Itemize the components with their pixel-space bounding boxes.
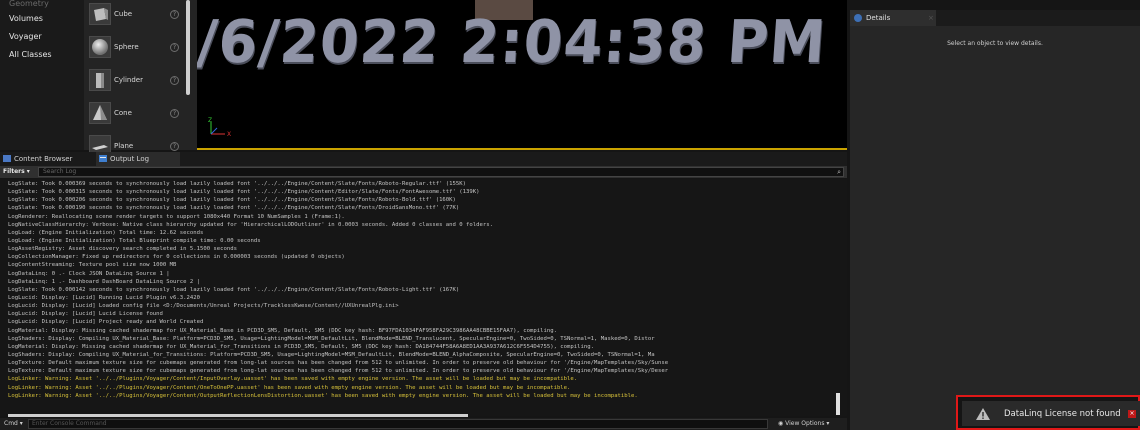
notification-text: DataLinq License not found [1004,409,1121,419]
log-line: LogAssetRegistry: Asset discovery search… [8,246,238,253]
details-tabbar: Details × [850,10,1140,26]
log-line: LogLinker: Warning: Asset '../../Plugins… [8,376,578,383]
actor-label: Cube [114,10,133,18]
tab-details[interactable]: Details × [850,10,936,26]
cone-icon [89,102,111,124]
log-vertical-scrollbar[interactable] [836,393,840,415]
place-actors-panel: Geometry Volumes Voyager All Classes Cub… [0,0,197,157]
log-line: LogContentStreaming: Texture pool size n… [8,262,177,269]
category-all-classes[interactable]: All Classes [0,46,84,64]
bottom-tabbar: Content Browser Output Log [0,152,847,166]
close-icon[interactable]: × [1128,410,1136,418]
level-viewport[interactable]: /6/2022 2:04:38 PM X Z [197,0,847,150]
log-line: LogSlate: Took 0.000315 seconds to synch… [8,189,480,196]
log-line: LogCollectionManager: Fixed up redirecto… [8,254,345,261]
actor-list: Cube ? Sphere ? Cylinder ? Cone ? Plane … [84,0,184,157]
license-notification: DataLinq License not found × [956,395,1140,430]
info-icon[interactable]: ? [170,76,179,85]
filters-button[interactable]: Filters ▾ [3,167,30,177]
log-line: LogLucid: Display: [Lucid] Running Lucid… [8,294,200,301]
log-line: LogLoad: (Engine Initialization) Total t… [8,229,204,236]
log-horizontal-scrollbar[interactable] [8,414,468,417]
category-list: Geometry Volumes Voyager All Classes [0,0,84,150]
log-line: LogLinker: Warning: Asset '../../Plugins… [8,392,638,399]
log-line: LogLinker: Warning: Asset '../../Plugins… [8,384,571,391]
log-line: LogDataLinq: 1 .- Dashboard DashBoard Da… [8,278,200,285]
details-panel: Details × Select an object to view detai… [850,10,1140,430]
log-line: LogDataLinq: 0 .- Clock JSON DataLinq So… [8,270,170,277]
details-icon [854,14,862,22]
viewport-clock-text: /6/2022 2:04:38 PM [197,8,829,77]
details-empty-message: Select an object to view details. [947,40,1043,47]
log-line: LogLoad: (Engine Initialization) Total B… [8,237,261,244]
log-line: LogShaders: Display: Compiling UX_Materi… [8,335,655,342]
log-line: LogSlate: Took 0.000190 seconds to synch… [8,205,460,212]
search-icon[interactable]: ⌕ [837,168,841,176]
view-options-button[interactable]: ◉ View Options ▾ [778,419,829,429]
actor-label: Cone [114,109,132,117]
tab-label: Content Browser [14,155,73,163]
log-line: LogTexture: Default maximum texture size… [8,360,669,367]
warning-icon [976,408,990,420]
info-icon[interactable]: ? [170,109,179,118]
category-voyager[interactable]: Voyager [0,28,84,46]
log-line: LogLucid: Display: [Lucid] Project ready… [8,319,204,326]
content-browser-icon [3,155,11,162]
tab-content-browser[interactable]: Content Browser [0,152,96,166]
gizmo-z-label: Z [208,117,212,124]
actor-label: Cylinder [114,76,143,84]
cube-icon [89,3,111,25]
log-line: LogLucid: Display: [Lucid] Loaded config… [8,303,399,310]
log-line: LogRenderer: Reallocating scene render t… [8,213,345,220]
output-log-icon [99,155,107,162]
category-volumes[interactable]: Volumes [0,10,84,28]
console-command-input[interactable]: Enter Console Command [28,419,768,429]
tab-output-log[interactable]: Output Log [96,152,180,166]
log-line: LogSlate: Took 0.000142 seconds to synch… [8,286,460,293]
cmd-dropdown[interactable]: Cmd ▾ [4,419,23,429]
log-line: LogMaterial: Display: Missing cached sha… [8,327,557,334]
notification-body: DataLinq License not found × [962,401,1140,426]
info-icon[interactable]: ? [170,43,179,52]
log-line: LogSlate: Took 0.000206 seconds to synch… [8,197,456,204]
tab-label: Output Log [110,155,150,163]
cylinder-icon [89,69,111,91]
console-command-bar: Cmd ▾ Enter Console Command ◉ View Optio… [0,418,847,430]
placement-scrollbar[interactable] [186,0,190,95]
actor-label: Plane [114,142,134,150]
info-icon[interactable]: ? [170,142,179,151]
info-icon[interactable]: ? [170,10,179,19]
actor-item-cube[interactable]: Cube ? [84,0,184,31]
gizmo-x-label: X [227,131,231,138]
log-line: LogNativeClassHierarchy: Verbose: Native… [8,221,493,228]
close-icon[interactable]: × [928,10,934,26]
actor-item-sphere[interactable]: Sphere ? [84,33,184,64]
actor-item-cylinder[interactable]: Cylinder ? [84,66,184,97]
log-line: LogTexture: Default maximum texture size… [8,368,669,375]
actor-item-cone[interactable]: Cone ? [84,99,184,130]
search-log-input[interactable]: Search Log ⌕ [38,167,844,177]
category-geometry[interactable]: Geometry [0,0,84,10]
log-line: LogShaders: Display: Compiling UX_Materi… [8,351,655,358]
editor-window: Geometry Volumes Voyager All Classes Cub… [0,0,1140,430]
log-line: LogLucid: Display: [Lucid] Lucid License… [8,311,163,318]
sphere-icon [89,36,111,58]
log-filter-bar: Filters ▾ Search Log ⌕ [0,166,847,178]
actor-label: Sphere [114,43,139,51]
axis-gizmo-icon: X Z [208,117,231,138]
log-line: LogSlate: Took 0.000369 seconds to synch… [8,181,467,187]
search-log-placeholder: Search Log [43,168,77,175]
details-tab-label: Details [866,14,891,22]
log-line: LogMaterial: Display: Missing cached sha… [8,343,594,350]
output-log[interactable]: LogSlate: Took 0.000369 seconds to synch… [0,179,847,416]
